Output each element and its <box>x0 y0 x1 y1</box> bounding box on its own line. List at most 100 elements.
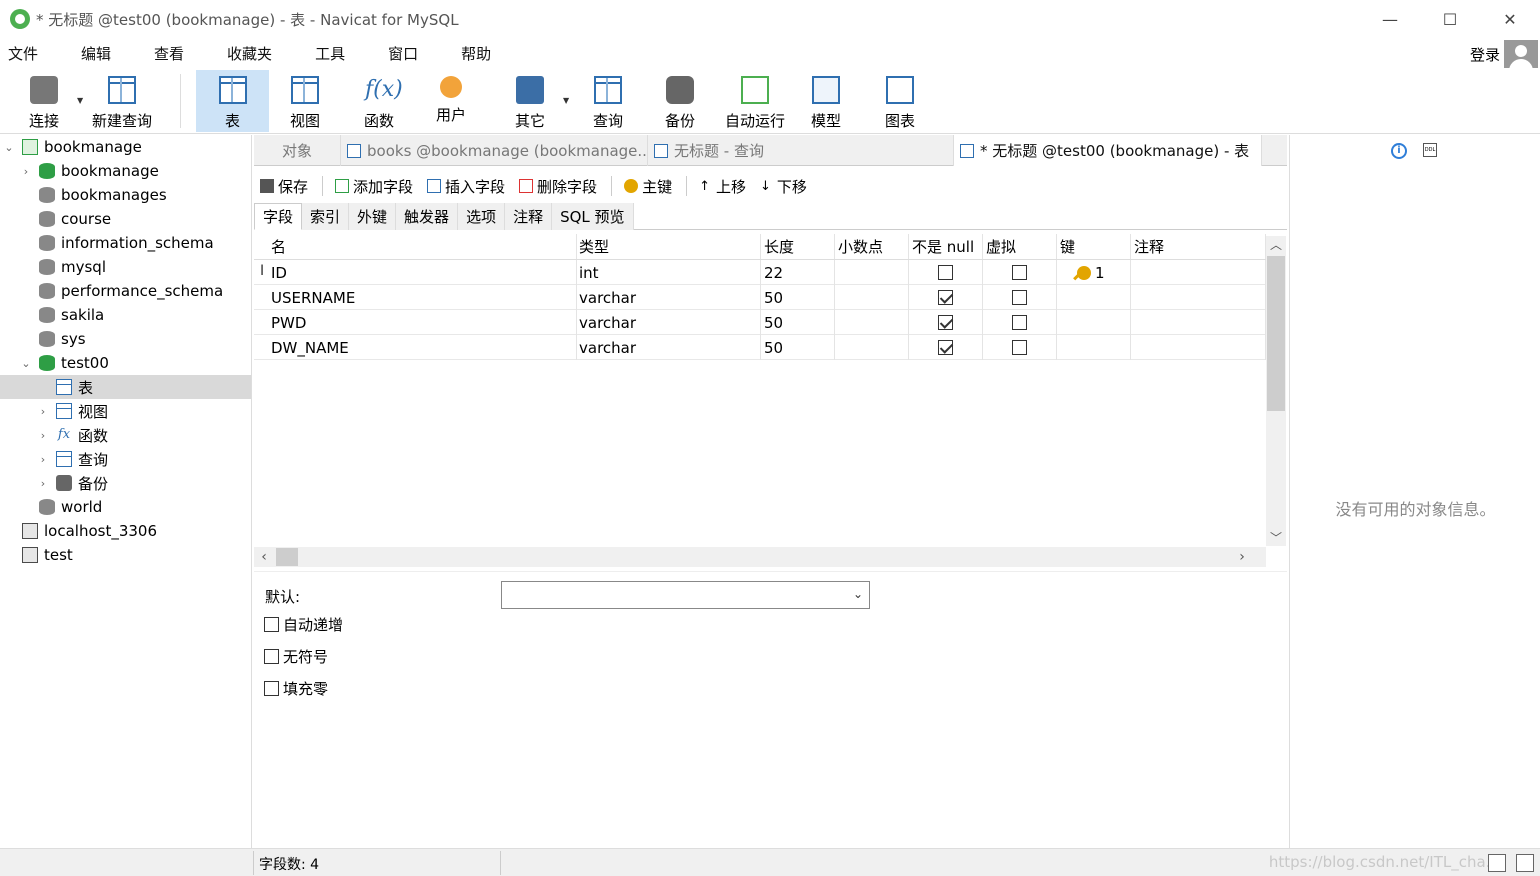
column-header-decimals[interactable]: 小数点 <box>835 234 909 259</box>
add-field-button[interactable]: 添加字段 <box>335 176 413 197</box>
subtab-foreign-keys[interactable]: 外键 <box>349 203 397 230</box>
menu-help[interactable]: 帮助 <box>453 43 499 64</box>
chevron-right-icon[interactable]: › <box>36 477 50 490</box>
tree-db-bookmanages[interactable]: bookmanages <box>0 183 251 207</box>
login-link[interactable]: 登录 <box>1470 44 1500 65</box>
info-icon[interactable]: i <box>1391 143 1407 159</box>
move-up-button[interactable]: ↑ 上移 <box>699 176 746 197</box>
column-header-not-null[interactable]: 不是 null <box>909 234 983 259</box>
grid-view-icon[interactable] <box>1516 854 1534 872</box>
tree-db-sakila[interactable]: sakila <box>0 303 251 327</box>
column-header-virtual[interactable]: 虚拟 <box>983 234 1057 259</box>
cell-name[interactable]: ID <box>268 260 577 285</box>
unsigned-option[interactable]: 无符号 <box>264 646 328 667</box>
tree-db-test00[interactable]: ⌄ test00 <box>0 351 251 375</box>
tree-item-tables[interactable]: 表 <box>0 375 251 399</box>
cell-key[interactable] <box>1057 335 1131 360</box>
menu-favorites[interactable]: 收藏夹 <box>219 43 280 64</box>
cell-comment[interactable] <box>1131 260 1266 285</box>
virtual-checkbox[interactable] <box>1012 340 1027 355</box>
cell-comment[interactable] <box>1131 335 1266 360</box>
menu-tools[interactable]: 工具 <box>307 43 353 64</box>
chevron-right-icon[interactable]: › <box>19 165 33 178</box>
cell-decimals[interactable] <box>835 335 909 360</box>
backup-button[interactable]: 备份 <box>651 70 709 132</box>
cell-type[interactable]: int <box>576 260 761 285</box>
table-row[interactable]: PWD varchar 50 <box>254 310 1266 335</box>
cell-length[interactable]: 50 <box>761 310 835 335</box>
scroll-up-icon[interactable]: ︿ <box>1266 236 1286 253</box>
cell-decimals[interactable] <box>835 285 909 310</box>
tree-connection-bookmanage[interactable]: ⌄ bookmanage <box>0 135 251 159</box>
subtab-options[interactable]: 选项 <box>458 203 506 230</box>
cell-type[interactable]: varchar <box>576 335 761 360</box>
virtual-checkbox[interactable] <box>1012 265 1027 280</box>
virtual-checkbox[interactable] <box>1012 290 1027 305</box>
tab-books-table[interactable]: books @bookmanage (bookmanage... <box>341 135 648 166</box>
cell-length[interactable]: 50 <box>761 285 835 310</box>
chevron-right-icon[interactable]: › <box>36 453 50 466</box>
grid-horizontal-scrollbar[interactable]: ‹ › <box>254 547 1266 567</box>
cell-decimals[interactable] <box>835 260 909 285</box>
cell-comment[interactable] <box>1131 285 1266 310</box>
tree-db-world[interactable]: world <box>0 495 251 519</box>
new-query-button[interactable]: 新建查询 <box>88 70 156 132</box>
not-null-checkbox[interactable] <box>938 315 953 330</box>
menu-view[interactable]: 查看 <box>146 43 192 64</box>
cell-comment[interactable] <box>1131 310 1266 335</box>
tree-connection-localhost[interactable]: localhost_3306 <box>0 519 251 543</box>
subtab-comment[interactable]: 注释 <box>505 203 553 230</box>
scroll-right-icon[interactable]: › <box>1232 547 1252 567</box>
chart-button[interactable]: 图表 <box>871 70 929 132</box>
cell-type[interactable]: varchar <box>576 310 761 335</box>
cell-name[interactable]: PWD <box>268 310 577 335</box>
minimize-button[interactable]: — <box>1360 0 1420 38</box>
table-row[interactable]: DW_NAME varchar 50 <box>254 335 1266 360</box>
menu-window[interactable]: 窗口 <box>380 43 426 64</box>
insert-field-button[interactable]: 插入字段 <box>427 176 505 197</box>
default-select[interactable]: ⌄ <box>501 581 870 609</box>
tab-untitled-table[interactable]: * 无标题 @test00 (bookmanage) - 表 <box>954 135 1262 166</box>
column-header-comment[interactable]: 注释 <box>1131 234 1266 259</box>
layout-icon[interactable] <box>1488 854 1506 872</box>
automation-button[interactable]: 自动运行 <box>720 70 790 132</box>
cell-name[interactable]: USERNAME <box>268 285 577 310</box>
virtual-checkbox[interactable] <box>1012 315 1027 330</box>
tree-item-views[interactable]: › 视图 <box>0 399 251 423</box>
tree-db-sys[interactable]: sys <box>0 327 251 351</box>
subtab-indexes[interactable]: 索引 <box>302 203 350 230</box>
connect-button[interactable]: 连接 <box>14 70 74 132</box>
view-button[interactable]: 视图 <box>276 70 334 132</box>
column-header-name[interactable]: 名 <box>268 234 577 259</box>
cell-length[interactable]: 22 <box>761 260 835 285</box>
ddl-icon[interactable]: DDL <box>1423 143 1437 157</box>
cell-key[interactable] <box>1057 285 1131 310</box>
chevron-down-icon[interactable]: ⌄ <box>19 357 33 370</box>
auto-increment-checkbox[interactable] <box>264 617 279 632</box>
not-null-checkbox[interactable] <box>938 265 953 280</box>
table-button[interactable]: 表 <box>196 70 269 132</box>
cell-length[interactable]: 50 <box>761 335 835 360</box>
tree-db-mysql[interactable]: mysql <box>0 255 251 279</box>
tree-item-queries[interactable]: › 查询 <box>0 447 251 471</box>
tree-connection-test[interactable]: test <box>0 543 251 567</box>
maximize-button[interactable]: ☐ <box>1420 0 1480 38</box>
tab-objects[interactable]: 对象 <box>254 135 341 166</box>
cell-name[interactable]: DW_NAME <box>268 335 577 360</box>
query-button[interactable]: 查询 <box>579 70 637 132</box>
chevron-down-icon[interactable]: ⌄ <box>853 587 863 601</box>
unsigned-checkbox[interactable] <box>264 649 279 664</box>
not-null-checkbox[interactable] <box>938 340 953 355</box>
function-button[interactable]: f(x) 函数 <box>350 70 408 132</box>
column-header-type[interactable]: 类型 <box>576 234 761 259</box>
grid-vertical-scrollbar[interactable]: ︿ ﹀ <box>1266 236 1286 546</box>
menu-edit[interactable]: 编辑 <box>73 43 119 64</box>
other-dropdown-icon[interactable]: ▼ <box>563 96 569 105</box>
connect-dropdown-icon[interactable]: ▼ <box>77 96 83 105</box>
model-button[interactable]: 模型 <box>797 70 855 132</box>
cell-key[interactable] <box>1057 310 1131 335</box>
scroll-left-icon[interactable]: ‹ <box>254 547 274 567</box>
zerofill-option[interactable]: 填充零 <box>264 678 328 699</box>
chevron-right-icon[interactable]: › <box>36 429 50 442</box>
delete-field-button[interactable]: 删除字段 <box>519 176 597 197</box>
